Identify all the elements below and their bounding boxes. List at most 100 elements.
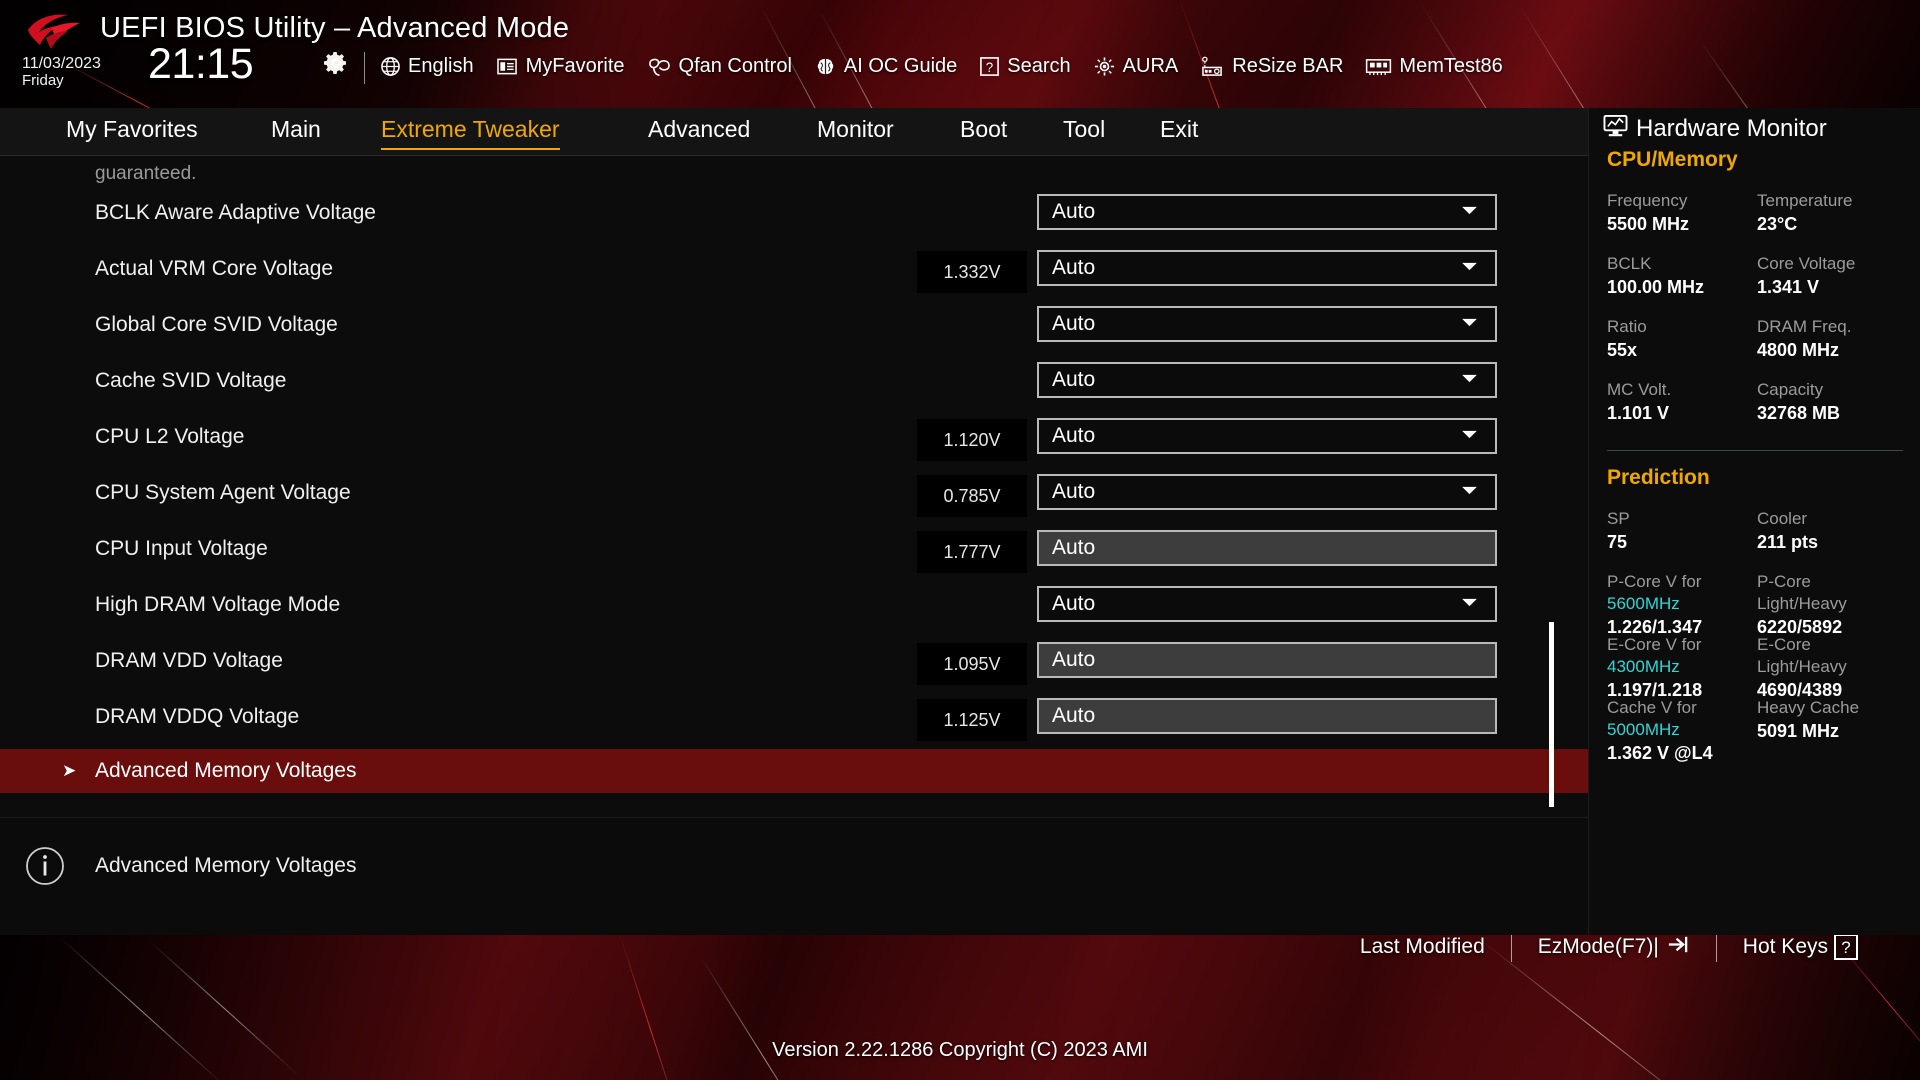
toolbar-item-ai-oc-guide[interactable]: AI OC Guide [814, 55, 957, 78]
setting-row: Global Core SVID Voltage Auto [0, 301, 1588, 357]
hw-stat-key: E-Core [1757, 635, 1811, 654]
toolbar-item-memtest86[interactable]: MemTest86 [1365, 55, 1503, 78]
toolbar-label: English [408, 55, 474, 77]
header-bar: UEFI BIOS Utility – Advanced Mode 11/03/… [0, 0, 1920, 108]
setting-label: High DRAM Voltage Mode [95, 593, 341, 616]
gear-icon[interactable] [323, 50, 349, 76]
setting-value: Auto [1052, 200, 1096, 223]
gpu-card-icon [1200, 56, 1225, 77]
header-separator [364, 52, 365, 84]
chevron-down-icon [1460, 427, 1479, 445]
setting-value: Auto [1052, 592, 1096, 615]
hw-stat-value: 32768 MB [1757, 402, 1841, 423]
ezmode-button[interactable]: EzMode(F7)| [1512, 935, 1716, 962]
chevron-down-icon [1460, 483, 1479, 501]
hot-keys-button[interactable]: Hot Keys ? [1717, 935, 1884, 960]
setting-dropdown[interactable]: Auto [1037, 586, 1497, 622]
fan-icon [647, 56, 672, 77]
toolbar-item-myfavorite[interactable]: MyFavorite [496, 55, 625, 78]
hw-stat-freq: 4300MHz [1607, 656, 1680, 676]
toolbar-label: MyFavorite [525, 55, 625, 77]
scrollbar-thumb[interactable] [1549, 622, 1554, 807]
favorite-list-icon [496, 57, 519, 76]
setting-label: CPU Input Voltage [95, 537, 268, 560]
hw-prediction-row: E-Core V for 4300MHz 1.197/1.218 E-Core Ligh… [1607, 634, 1907, 702]
setting-value: Auto [1052, 256, 1096, 279]
brain-icon [814, 56, 837, 77]
setting-input[interactable]: Auto [1037, 698, 1497, 734]
setting-label: Cache SVID Voltage [95, 369, 287, 392]
setting-row: CPU Input Voltage 1.777V Auto [0, 525, 1588, 581]
toolbar-item-english[interactable]: English [380, 55, 474, 78]
setting-value: Auto [1052, 368, 1096, 391]
hw-stat-key: Core Voltage [1757, 254, 1856, 273]
toolbar-item-search[interactable]: ? Search [979, 55, 1071, 78]
setting-readout-value: 1.125V [917, 699, 1027, 741]
tab-boot[interactable]: Boot [960, 116, 1007, 147]
toolbar-label: Qfan Control [678, 55, 792, 77]
toolbar-item-resize-bar[interactable]: ReSize BAR [1200, 55, 1343, 78]
hw-stat-pair: BCLK 100.00 MHz Core Voltage 1.341 V [1607, 253, 1907, 299]
hw-stat-key: Temperature [1757, 191, 1853, 210]
main-nav: My Favorites Main Extreme Tweaker Advanced M… [0, 108, 1588, 156]
hw-stat-value: 55x [1607, 339, 1638, 360]
info-bar: Advanced Memory Voltages [0, 817, 1588, 915]
hw-stat-value: 5091 MHz [1757, 720, 1840, 741]
hw-stat-key: Frequency [1607, 191, 1688, 210]
setting-row: DRAM VDDQ Voltage 1.125V Auto [0, 693, 1588, 749]
hw-stat-freq: 5000MHz [1607, 719, 1680, 739]
tab-extreme-tweaker[interactable]: Extreme Tweaker [381, 116, 560, 150]
continuation-note: guaranteed. [95, 163, 197, 184]
setting-dropdown[interactable]: Auto [1037, 250, 1497, 286]
hw-stat-value: 100.00 MHz [1607, 276, 1705, 297]
hw-stat-key2: Light/Heavy [1757, 656, 1847, 676]
svg-text:?: ? [986, 60, 993, 75]
setting-row: CPU L2 Voltage 1.120V Auto [0, 413, 1588, 469]
hw-stat-key2: Light/Heavy [1757, 593, 1847, 613]
submenu-advanced-memory-voltages[interactable]: ➤ Advanced Memory Voltages [0, 749, 1588, 793]
tab-exit[interactable]: Exit [1160, 116, 1198, 147]
tab-my-favorites[interactable]: My Favorites [66, 116, 198, 147]
setting-readout-value: 1.095V [917, 643, 1027, 685]
setting-dropdown[interactable]: Auto [1037, 418, 1497, 454]
setting-value: Auto [1052, 480, 1096, 503]
tab-tool[interactable]: Tool [1063, 116, 1105, 147]
hardware-monitor-panel: Hardware Monitor CPU/Memory Frequency 5500… [1588, 108, 1920, 935]
setting-row: CPU System Agent Voltage 0.785V Auto [0, 469, 1588, 525]
setting-input[interactable]: Auto [1037, 530, 1497, 566]
setting-dropdown[interactable]: Auto [1037, 306, 1497, 342]
setting-dropdown[interactable]: Auto [1037, 194, 1497, 230]
hw-stat-pair: Frequency 5500 MHz Temperature 23°C [1607, 190, 1907, 236]
last-modified-button[interactable]: Last Modified [1334, 935, 1511, 959]
hw-stat-key: P-Core V for [1607, 572, 1702, 591]
tab-monitor[interactable]: Monitor [817, 116, 894, 147]
header-toolbar: English MyFavorite Qfan Control AI OC Gu… [380, 55, 1503, 78]
hw-stat-key: BCLK [1607, 254, 1652, 273]
rog-logo-icon [22, 12, 86, 52]
hw-stat-key: Capacity [1757, 380, 1824, 399]
submenu-label: Advanced Memory Voltages [95, 759, 357, 782]
hardware-monitor-label: Hardware Monitor [1636, 115, 1827, 142]
chevron-right-icon: ➤ [62, 761, 77, 780]
hw-section-title: Prediction [1607, 466, 1710, 489]
setting-readout-value: 1.120V [917, 419, 1027, 461]
setting-dropdown[interactable]: Auto [1037, 362, 1497, 398]
chevron-down-icon [1460, 259, 1479, 277]
setting-value: Auto [1052, 648, 1096, 671]
hw-divider [1607, 450, 1903, 451]
setting-value: Auto [1052, 424, 1096, 447]
setting-dropdown[interactable]: Auto [1037, 474, 1497, 510]
hw-prediction-row: Cache V for 5000MHz 1.362 V @L4 Heavy Cache… [1607, 697, 1907, 765]
footer-bar: Last Modified EzMode(F7)| Hot Keys ? Ver… [0, 935, 1920, 1080]
hw-stat-key: Cooler [1757, 509, 1808, 528]
toolbar-item-aura[interactable]: AURA [1093, 55, 1178, 78]
tab-main[interactable]: Main [271, 116, 321, 147]
setting-input[interactable]: Auto [1037, 642, 1497, 678]
hw-stat-value: 5500 MHz [1607, 213, 1690, 234]
toolbar-item-qfan-control[interactable]: Qfan Control [647, 55, 792, 78]
setting-label: BCLK Aware Adaptive Voltage [95, 201, 376, 224]
tab-advanced[interactable]: Advanced [648, 116, 750, 147]
setting-row: DRAM VDD Voltage 1.095V Auto [0, 637, 1588, 693]
hw-stat-value: 1.101 V [1607, 402, 1670, 423]
exit-arrow-icon [1665, 935, 1690, 962]
